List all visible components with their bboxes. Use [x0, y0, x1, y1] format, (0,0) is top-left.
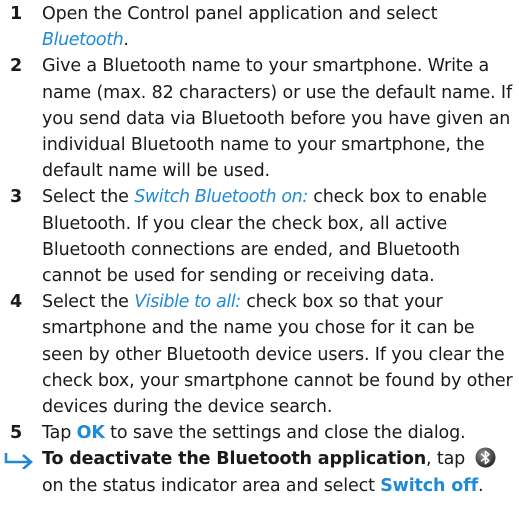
- switch-off-label: Switch off: [380, 475, 479, 496]
- step-text-end: to save the settings and close the dialo…: [104, 423, 466, 444]
- bluetooth-icon: [475, 447, 496, 468]
- step-2: 2 Give a Bluetooth name to your smartpho…: [0, 53, 519, 184]
- arrow-right-icon: [4, 453, 33, 470]
- step-text: Give a Bluetooth name to your smartphone…: [42, 56, 512, 182]
- step-number: 1: [10, 4, 23, 24]
- step-text-end: .: [123, 30, 129, 51]
- step-text: Open the Control panel application and s…: [42, 4, 438, 24]
- note-text-mid: on the status indicator area and select: [42, 475, 381, 496]
- note-text: , tap: [426, 449, 471, 470]
- step-4: 4 Select the Visible to all: check box s…: [0, 289, 519, 420]
- step-3: 3 Select the Switch Bluetooth on: check …: [0, 184, 519, 289]
- step-text: Select the: [42, 187, 135, 208]
- instruction-page: 1 Open the Control panel application and…: [0, 0, 519, 511]
- step-text: Tap: [42, 423, 77, 444]
- ok-label: OK: [76, 423, 105, 444]
- note-heading: To deactivate the Bluetooth application: [42, 449, 427, 470]
- step-number: 5: [10, 423, 23, 444]
- step-number: 3: [10, 187, 23, 208]
- step-text: Select the: [42, 292, 135, 313]
- visible-to-all-link: Visible to all:: [134, 292, 241, 313]
- step-number: 2: [10, 56, 23, 77]
- step-1: 1 Open the Control panel application and…: [0, 1, 519, 53]
- deactivate-note: To deactivate the Bluetooth application,…: [0, 446, 519, 498]
- step-number: 4: [10, 292, 23, 313]
- step-5: 5 Tap OK to save the settings and close …: [0, 420, 519, 446]
- note-text-end: .: [478, 475, 484, 496]
- bluetooth-setting-link: Bluetooth: [42, 30, 124, 51]
- switch-bluetooth-on-link: Switch Bluetooth on:: [134, 187, 308, 208]
